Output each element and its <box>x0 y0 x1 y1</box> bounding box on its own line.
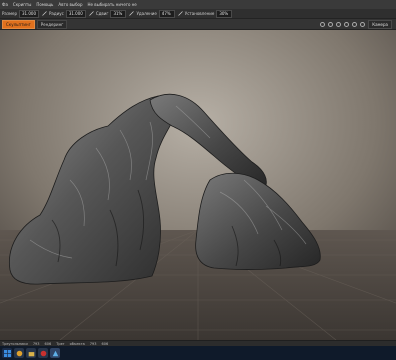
browser-icon[interactable] <box>14 348 24 358</box>
removal-control: Удаление 47% <box>129 9 175 18</box>
menu-item-scripts[interactable]: Скрипты <box>13 2 31 7</box>
jitter-control: Сдвиг 31% <box>89 9 127 18</box>
size-label: Размер <box>2 11 18 16</box>
menu-item-file[interactable]: Фа <box>2 2 8 7</box>
status-value: 793 <box>32 341 40 346</box>
brush-icon <box>89 11 94 16</box>
brush-icon <box>42 11 47 16</box>
jitter-field[interactable]: 31% <box>110 9 127 18</box>
folder-icon[interactable] <box>26 348 36 358</box>
viewport-controls: Камера <box>320 19 396 29</box>
start-icon[interactable] <box>2 348 12 358</box>
status-label: Трег <box>56 341 65 346</box>
viewport-scene <box>0 30 396 340</box>
menu-item-select-none[interactable]: Не выбирать ничего не <box>88 2 137 7</box>
removal-label: Удаление <box>136 11 157 16</box>
light-icon[interactable] <box>344 21 350 27</box>
size-field[interactable]: 31.000 <box>19 9 40 18</box>
fix-field[interactable]: 30% <box>216 9 233 18</box>
radius-control: Радиус 31.000 <box>42 9 86 18</box>
status-label: объекта <box>69 341 85 346</box>
menu-bar: Фа Скрипты Помощь Авто выбор Не выбирать… <box>0 0 396 9</box>
jitter-label: Сдвиг <box>95 11 109 16</box>
fix-label: Установление <box>184 11 215 16</box>
zoom-icon[interactable] <box>336 21 342 27</box>
status-value: 606 <box>44 341 52 346</box>
settings-icon[interactable] <box>360 21 366 27</box>
camera-dropdown[interactable]: Камера <box>368 19 392 29</box>
status-value: 793 <box>89 341 97 346</box>
size-control: Размер 31.000 <box>2 9 40 18</box>
rotate-icon[interactable] <box>320 21 326 27</box>
radius-label: Радиус <box>49 11 64 16</box>
removal-field[interactable]: 47% <box>158 9 175 18</box>
menu-item-help[interactable]: Помощь <box>36 2 53 7</box>
sculpt-app-icon[interactable] <box>50 348 60 358</box>
fix-control: Установление 30% <box>178 9 233 18</box>
tab-rendering[interactable]: Рендеринг <box>36 19 68 29</box>
3d-viewport[interactable] <box>0 30 396 340</box>
pan-icon[interactable] <box>328 21 334 27</box>
os-taskbar <box>0 346 396 360</box>
radius-field[interactable]: 31.000 <box>65 9 86 18</box>
app-icon[interactable] <box>38 348 48 358</box>
mode-tab-bar: Скульптинг Рендеринг Камера <box>0 19 396 30</box>
brush-icon <box>129 11 135 16</box>
brush-toolbar: Размер 31.000 Радиус 31.000 Сдвиг 31% Уд… <box>0 9 396 19</box>
menu-item-auto-select[interactable]: Авто выбор <box>58 2 82 7</box>
grid-icon[interactable] <box>352 21 358 27</box>
tab-sculpting[interactable]: Скульптинг <box>2 19 35 29</box>
status-value: 606 <box>101 341 109 346</box>
status-triangles-label: Треугольники <box>2 341 28 346</box>
brush-icon <box>178 11 183 16</box>
